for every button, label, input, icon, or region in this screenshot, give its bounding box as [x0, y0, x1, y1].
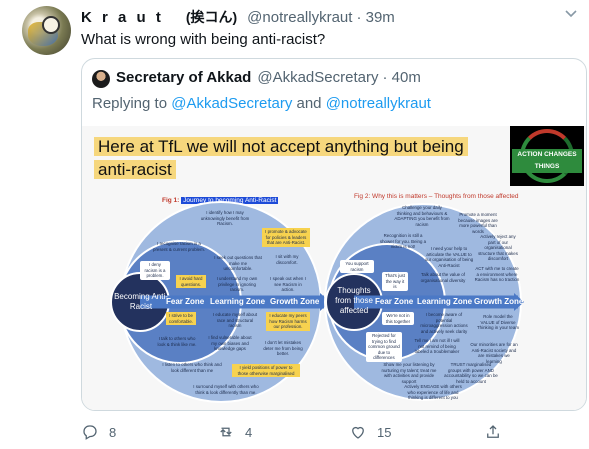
- replying-prefix: Replying to: [92, 95, 168, 112]
- right-note: ACT with me to create a environment wher…: [474, 266, 520, 282]
- like-button[interactable]: 15: [349, 423, 391, 441]
- right-note: Tell me I am not ill I will not remind o…: [414, 338, 460, 354]
- right-center-label: Thoughts from those affected: [335, 286, 373, 315]
- right-note: I need your help to articulate the VALUE…: [424, 246, 474, 268]
- right-note: TRUST marginalised groups with power AND…: [444, 362, 498, 384]
- left-note: I don't let mistakes deter me from being…: [263, 340, 303, 356]
- left-note: I identify how I may unknowingly benefit…: [200, 210, 250, 226]
- right-note: Promote a moment because images are more…: [458, 212, 498, 234]
- quoted-tweet-card[interactable]: Secretary of Akkad @AkkadSecretary · 40m…: [81, 58, 587, 411]
- right-note: Role model the VALUE of Diverse Thinking…: [477, 314, 519, 330]
- right-note: Show me your listening by nurturing my t…: [381, 362, 437, 384]
- replying-to-link-1[interactable]: @AkkadSecretary: [171, 95, 292, 112]
- left-note: I surround myself with others who think …: [193, 384, 259, 395]
- tweet-text: What is wrong with being anti-racist?: [81, 31, 326, 48]
- reply-icon: [83, 425, 97, 440]
- right-note: We're not in this together: [382, 312, 414, 325]
- left-note: I yield positions of power to those othe…: [232, 364, 300, 377]
- left-note: I deny racism is a problem.: [140, 261, 170, 280]
- quoted-author-name: Secretary of Akkad: [116, 69, 252, 86]
- retweet-button[interactable]: 4: [217, 423, 252, 441]
- right-note: Talk about the value of organisational d…: [420, 272, 466, 283]
- left-note: I speak out when I see Racism in action.: [270, 276, 306, 292]
- right-note: Recognition is still a shower for you. B…: [379, 233, 427, 249]
- left-note: I find vulnerable about my own biases an…: [208, 335, 252, 351]
- right-note: You support racism: [340, 260, 374, 273]
- chevron-down-icon[interactable]: [561, 4, 581, 24]
- left-note: I strive to be comfortable.: [166, 312, 196, 325]
- share-icon: [487, 425, 499, 438]
- left-note: I talk to others who look & think like m…: [157, 336, 197, 347]
- retweet-count: 4: [245, 424, 253, 440]
- left-note: I seek out questions that make me uncomf…: [214, 255, 262, 271]
- share-button[interactable]: [484, 423, 502, 441]
- right-zone-fear: Fear Zone: [375, 297, 414, 306]
- quoted-tweet-header: Secretary of Akkad @AkkadSecretary · 40m: [116, 69, 421, 86]
- left-center-label: Becoming Anti-Racist: [114, 292, 168, 311]
- left-note: I recognise racism is a present & curren…: [153, 241, 205, 252]
- right-note: Challenge your daily thinking and behavi…: [394, 205, 450, 227]
- left-note: I avoid hard questions.: [176, 275, 206, 288]
- right-zone-learning: Learning Zone: [417, 297, 473, 306]
- replying-and: and: [296, 95, 322, 112]
- left-zone-fear: Fear Zone: [166, 297, 205, 306]
- left-zone-growth: Growth Zone: [270, 297, 320, 306]
- right-note: That's just the way it is: [382, 272, 408, 291]
- heart-icon: [352, 426, 364, 439]
- right-note: I become aware of potential microaggress…: [420, 312, 468, 334]
- reply-button[interactable]: 8: [81, 423, 116, 441]
- right-note: Rejected for trying to find common groun…: [366, 332, 402, 362]
- tweet-timestamp[interactable]: · 39m: [356, 9, 394, 26]
- left-note: I sit with my discomfort.: [275, 254, 299, 265]
- right-note: Actively reject any part of our organisa…: [478, 234, 518, 261]
- right-note: Actively ENGAGE with others who experien…: [404, 384, 462, 400]
- quoted-author-avatar: [92, 70, 110, 88]
- replying-to-line: Replying to @AkkadSecretary and @notreal…: [92, 95, 431, 112]
- left-note: I educate myself about race and structur…: [212, 312, 258, 328]
- quoted-author-handle: @AkkadSecretary: [257, 69, 379, 86]
- tweet-actions: 8 4 15: [81, 423, 581, 445]
- author-display-name[interactable]: K r a u t: [81, 9, 164, 26]
- quoted-timestamp: · 40m: [382, 69, 421, 86]
- like-count: 15: [377, 424, 392, 440]
- quoted-media-image[interactable]: Here at TfL we will not accept anything …: [82, 126, 586, 410]
- retweet-icon: [220, 427, 232, 437]
- right-note: Our minorities are for an Anti-Racist so…: [470, 342, 518, 364]
- left-note: I understand my own privilege in ignorin…: [216, 276, 258, 292]
- left-note: I promote & advocate for policies & lead…: [262, 228, 310, 247]
- replying-to-link-2[interactable]: @notreallykraut: [326, 95, 431, 112]
- author-display-name-extra[interactable]: (挨コん): [186, 7, 237, 27]
- author-avatar[interactable]: [22, 6, 71, 55]
- right-zone-growth: Growth Zone: [474, 297, 524, 306]
- tweet-header: K r a u t (挨コん) @notreallykraut · 39m: [81, 7, 395, 27]
- left-zone-learning: Learning Zone: [210, 297, 266, 306]
- reply-count: 8: [109, 424, 117, 440]
- author-handle[interactable]: @notreallykraut: [247, 9, 352, 26]
- left-note: I educate my peers how Racism harms our …: [266, 312, 310, 331]
- left-note: I listen to others who think and look di…: [162, 362, 222, 373]
